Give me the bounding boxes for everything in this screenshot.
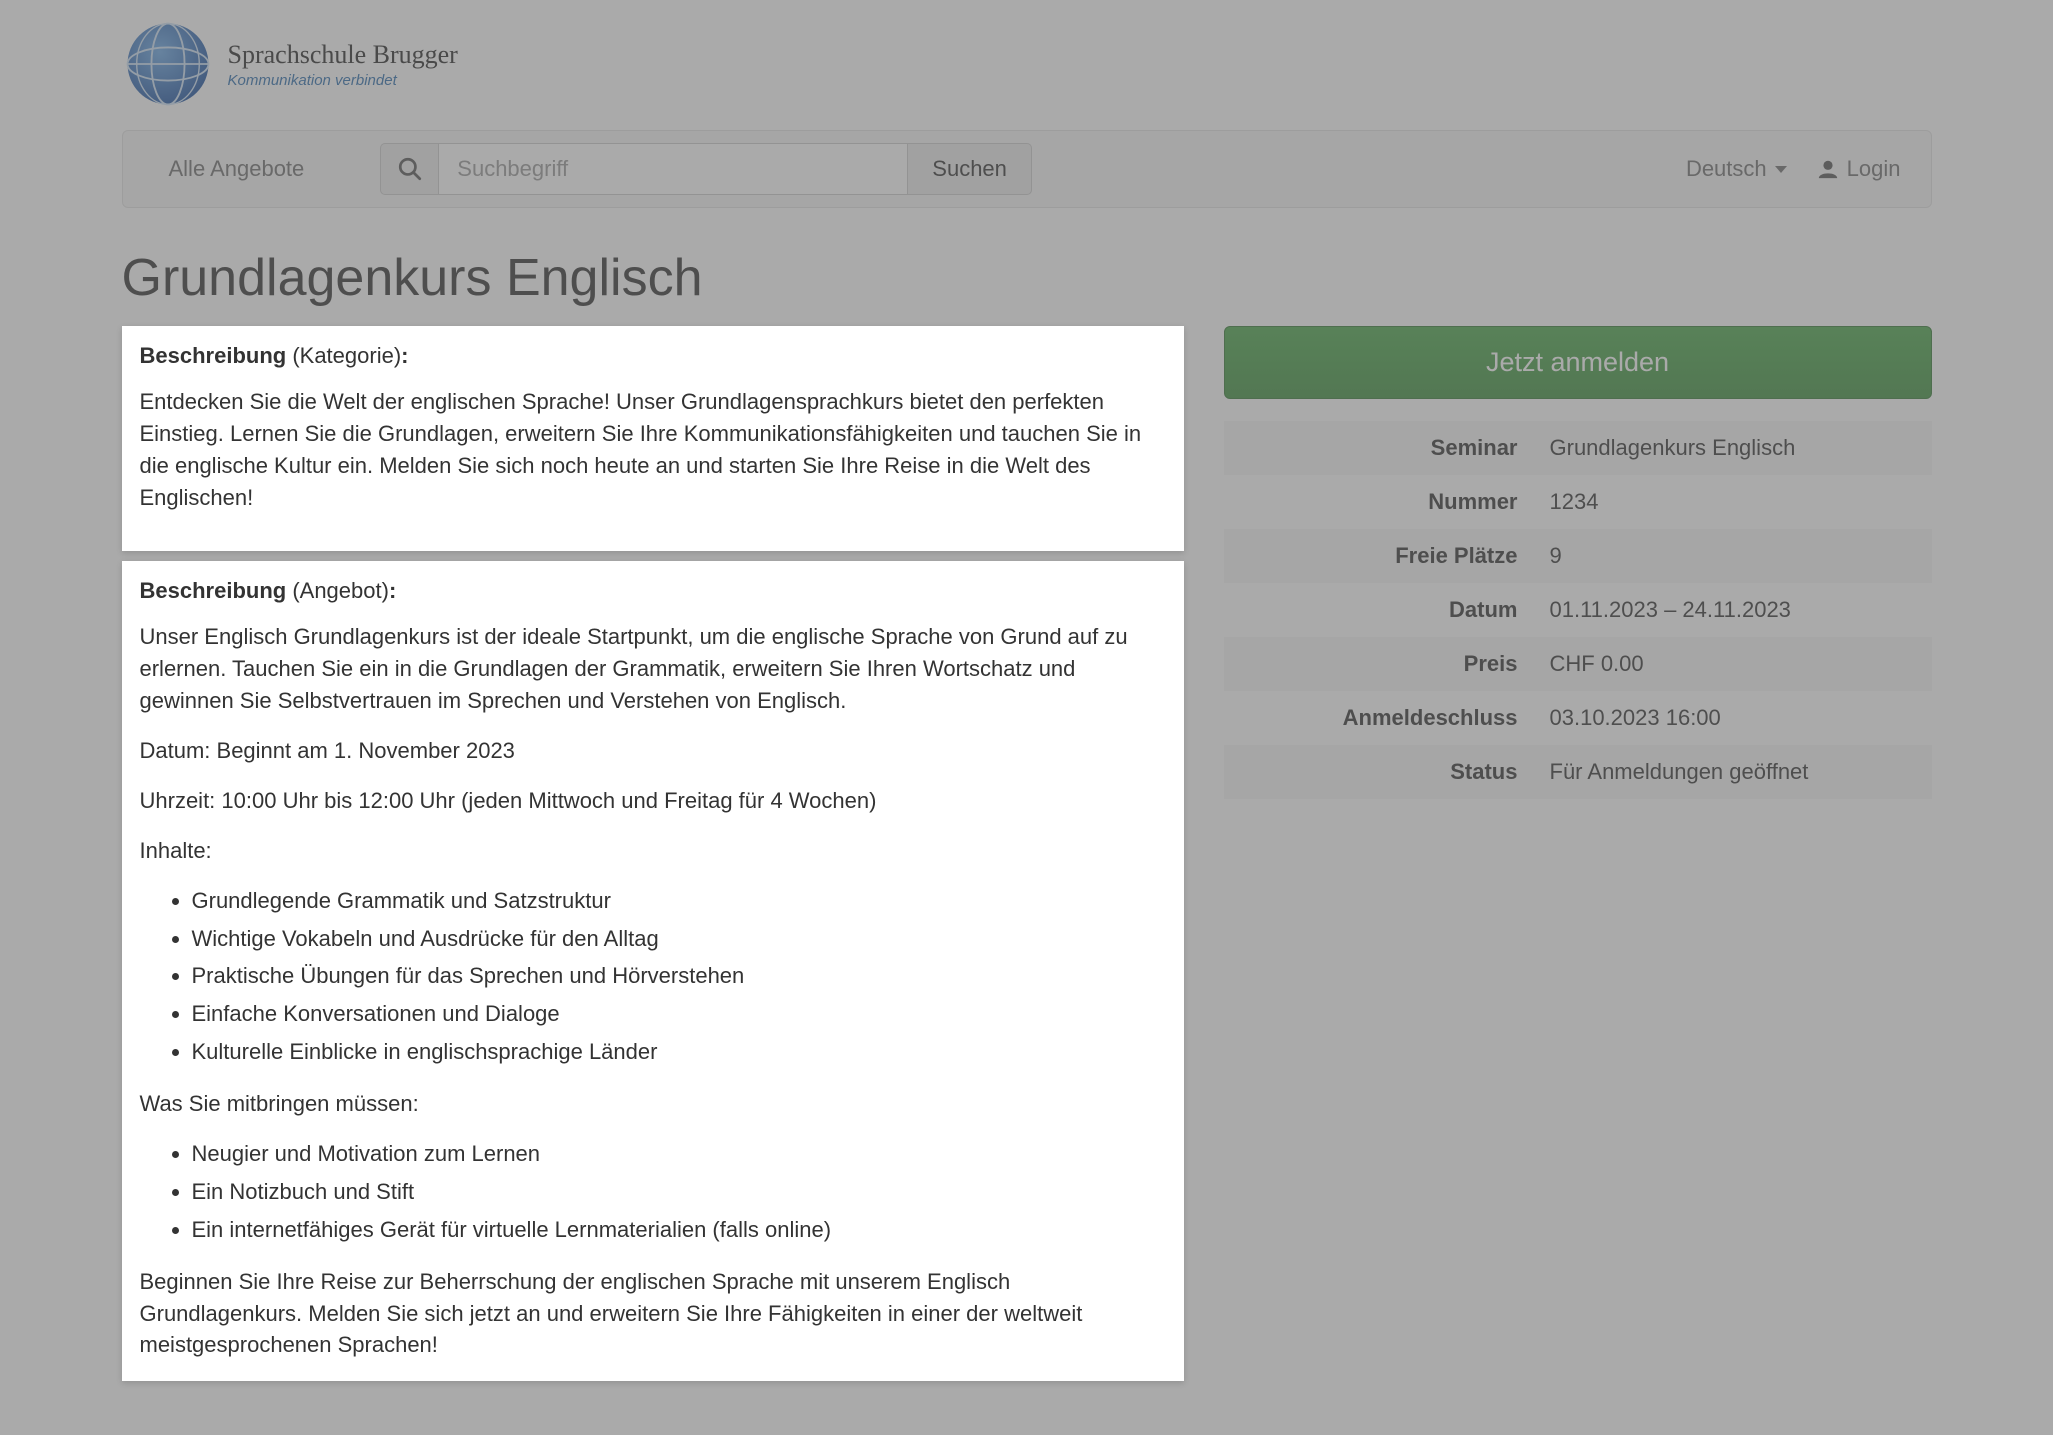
list-item: Neugier und Motivation zum Lernen [192, 1138, 1166, 1170]
list-item: Einfache Konversationen und Dialoge [192, 998, 1166, 1030]
description-category-block: Beschreibung (Kategorie): Entdecken Sie … [122, 326, 1184, 551]
description-category-heading: Beschreibung (Kategorie): [140, 340, 1166, 372]
offer-time-line: Uhrzeit: 10:00 Uhr bis 12:00 Uhr (jeden … [140, 785, 1166, 817]
offer-bring-label: Was Sie mitbringen müssen: [140, 1088, 1166, 1120]
description-offer-heading: Beschreibung (Angebot): [140, 575, 1166, 607]
offer-outro: Beginnen Sie Ihre Reise zur Beherrschung… [140, 1266, 1166, 1362]
offer-date-line: Datum: Beginnt am 1. November 2023 [140, 735, 1166, 767]
list-item: Kulturelle Einblicke in englischsprachig… [192, 1036, 1166, 1068]
list-item: Grundlegende Grammatik und Satzstruktur [192, 885, 1166, 917]
list-item: Wichtige Vokabeln und Ausdrücke für den … [192, 923, 1166, 955]
list-item: Ein Notizbuch und Stift [192, 1176, 1166, 1208]
offer-intro: Unser Englisch Grundlagenkurs ist der id… [140, 621, 1166, 717]
offer-contents-list: Grundlegende Grammatik und Satzstruktur W… [192, 885, 1166, 1068]
list-item: Ein internetfähiges Gerät für virtuelle … [192, 1214, 1166, 1246]
description-offer-block: Beschreibung (Angebot): Unser Englisch G… [122, 561, 1184, 1381]
description-category-text: Entdecken Sie die Welt der englischen Sp… [140, 386, 1166, 514]
offer-bring-list: Neugier und Motivation zum Lernen Ein Not… [192, 1138, 1166, 1246]
list-item: Praktische Übungen für das Sprechen und … [192, 960, 1166, 992]
offer-contents-label: Inhalte: [140, 835, 1166, 867]
